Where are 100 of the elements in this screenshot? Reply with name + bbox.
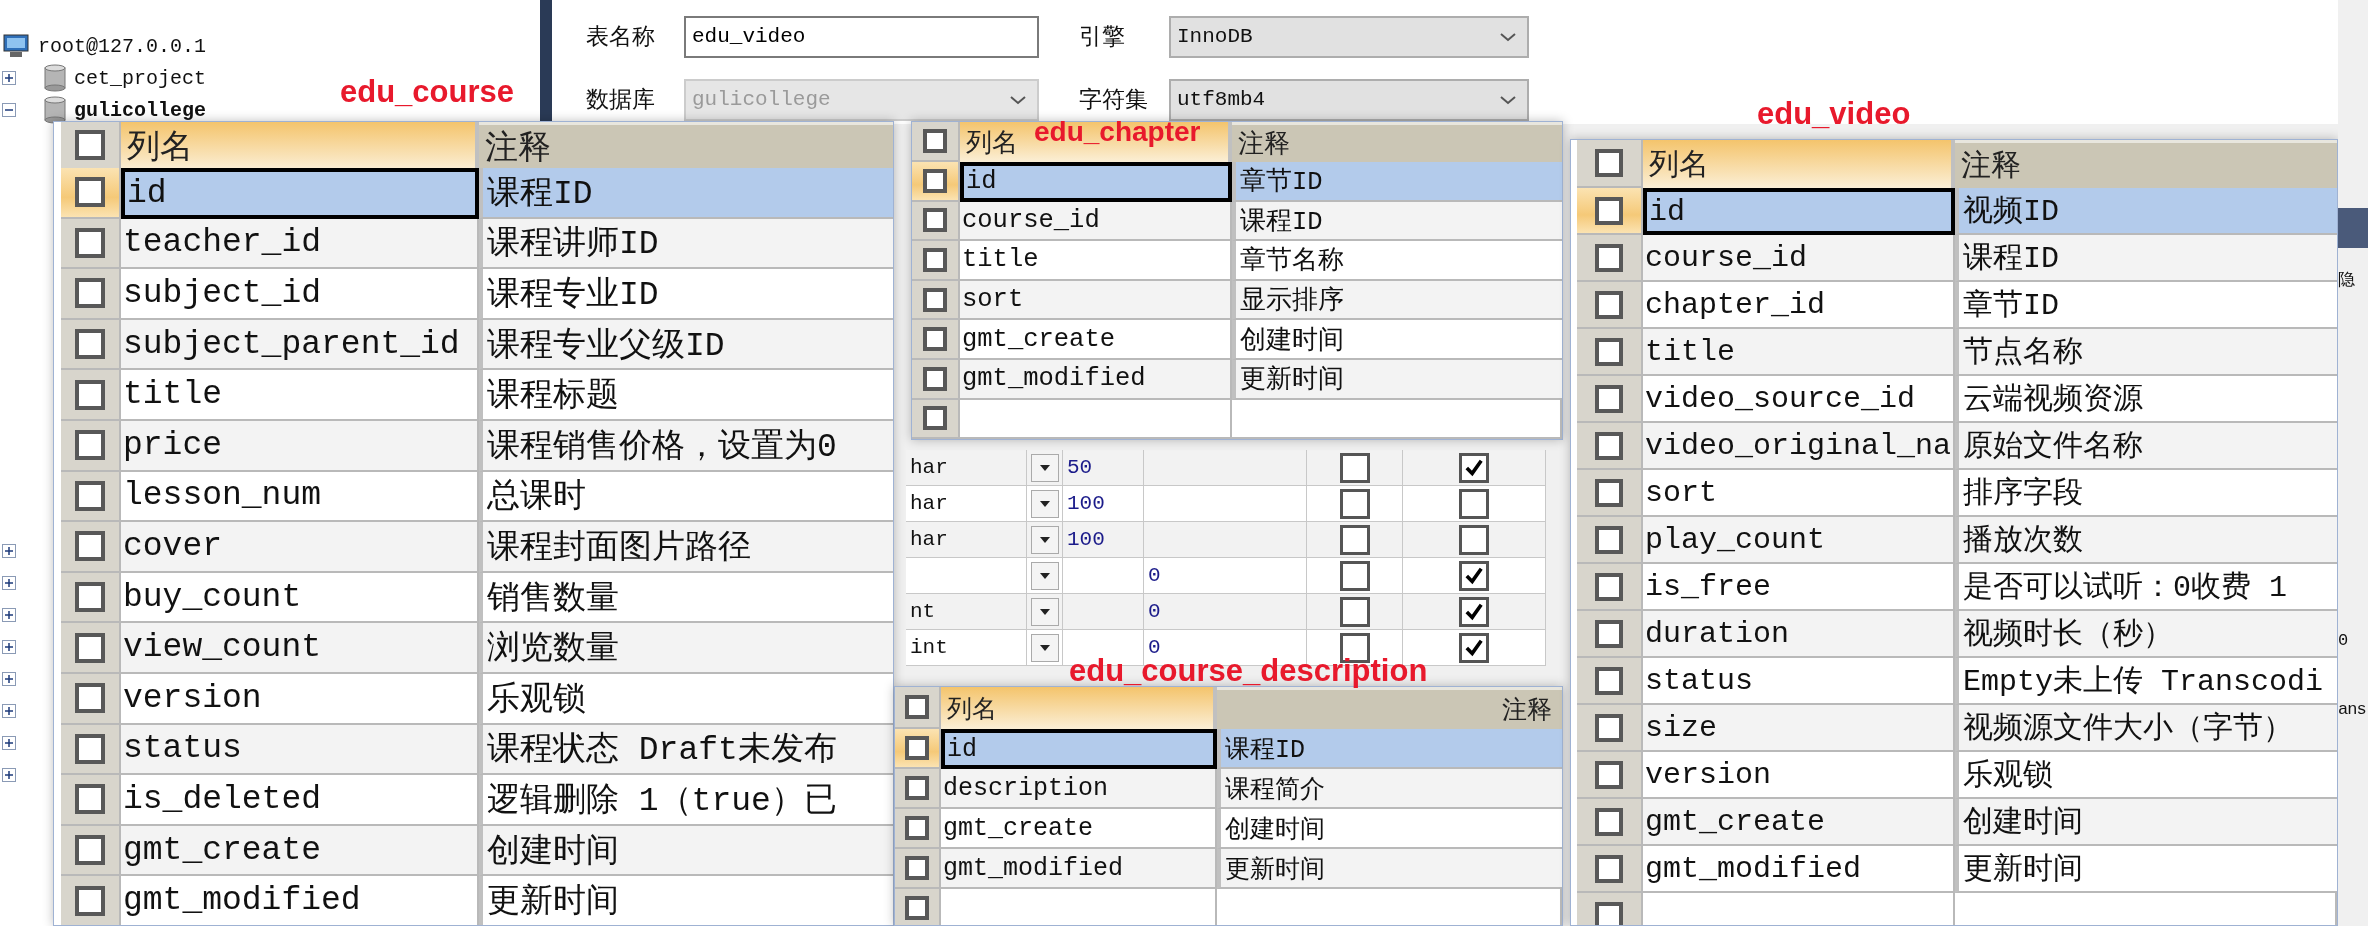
column-name-cell[interactable]: gmt_create	[1643, 799, 1955, 846]
comment-cell[interactable]: 课程ID	[1955, 235, 2337, 282]
comment-cell[interactable]: 课程简介	[1217, 769, 1562, 809]
tree-item[interactable]: cet_project	[74, 66, 207, 90]
checkbox[interactable]	[1339, 524, 1370, 555]
comment-cell[interactable]: 更新时间	[479, 876, 893, 925]
checkbox[interactable]	[905, 816, 929, 840]
column-name-cell[interactable]: video_source_id	[1643, 376, 1955, 423]
comment-cell[interactable]: 更新时间	[1217, 849, 1562, 889]
comment-cell[interactable]: 章节名称	[1232, 241, 1562, 281]
checkbox[interactable]	[75, 278, 105, 309]
column-name-cell[interactable]: id	[941, 729, 1217, 769]
checkbox[interactable]	[923, 366, 947, 391]
checkbox[interactable]	[923, 287, 947, 312]
column-name-cell[interactable]: gmt_modified	[1643, 846, 1955, 893]
comment-cell[interactable]: 播放次数	[1955, 517, 2337, 564]
expand-icon[interactable]	[2, 768, 16, 782]
column-name-cell[interactable]: course_id	[1643, 235, 1955, 282]
column-name-cell[interactable]: status	[1643, 658, 1955, 705]
checkbox[interactable]	[923, 248, 947, 272]
checkbox[interactable]	[923, 168, 947, 193]
checkbox[interactable]	[923, 208, 947, 233]
checkbox[interactable]	[905, 695, 929, 719]
expand-icon[interactable]	[2, 544, 16, 558]
column-name-cell[interactable]: version	[121, 673, 479, 725]
column-name-cell[interactable]: gmt_modified	[941, 849, 1217, 889]
checkbox[interactable]	[1339, 560, 1370, 591]
column-name-cell[interactable]: play_count	[1643, 517, 1955, 564]
column-name-cell[interactable]: gmt_modified	[960, 359, 1232, 400]
column-name-cell[interactable]: teacher_id	[121, 218, 479, 270]
comment-cell[interactable]: 显示排序	[1232, 280, 1562, 321]
checkbox[interactable]	[1459, 632, 1489, 663]
column-name-cell[interactable]: gmt_create	[941, 809, 1217, 849]
column-name-cell[interactable]: title	[1643, 329, 1955, 376]
column-name-cell[interactable]: id	[960, 162, 1232, 202]
comment-cell[interactable]: 课程讲师ID	[479, 218, 893, 270]
comment-cell[interactable]: 课程封面图片路径	[479, 522, 893, 573]
comment-cell[interactable]: 课程ID	[1217, 729, 1562, 769]
comment-cell[interactable]: Empty未上传 Transcodi	[1955, 658, 2337, 705]
checkbox[interactable]	[923, 129, 947, 153]
checkbox[interactable]	[1339, 452, 1370, 483]
checkbox[interactable]	[1595, 149, 1623, 177]
checkbox[interactable]	[1595, 619, 1623, 648]
table-name-field[interactable]: edu_video	[684, 15, 1039, 58]
column-name-cell[interactable]: is_free	[1643, 564, 1955, 611]
checkbox[interactable]	[1595, 337, 1623, 366]
column-name-cell[interactable]: title	[960, 241, 1232, 281]
column-name-cell[interactable]: chapter_id	[1643, 282, 1955, 329]
comment-cell[interactable]: 更新时间	[1232, 359, 1562, 400]
checkbox[interactable]	[905, 896, 929, 920]
column-header[interactable]: 列名	[121, 122, 479, 170]
comment-cell[interactable]: 创建时间	[1955, 799, 2337, 846]
column-header[interactable]: 注释	[1232, 122, 1562, 162]
checkbox[interactable]	[905, 736, 929, 760]
checkbox[interactable]	[1595, 807, 1623, 836]
checkbox[interactable]	[1595, 713, 1623, 742]
column-name-cell[interactable]: id	[121, 168, 479, 219]
checkbox[interactable]	[75, 227, 105, 258]
column-name-cell[interactable]: gmt_modified	[121, 876, 479, 925]
column-name-cell[interactable]: duration	[1643, 611, 1955, 658]
column-header[interactable]: 列名	[1643, 140, 1955, 188]
checkbox[interactable]	[75, 683, 105, 714]
checkbox[interactable]	[75, 733, 105, 764]
column-header[interactable]: 注释	[1955, 140, 2337, 188]
checkbox[interactable]	[1339, 488, 1370, 519]
expand-icon[interactable]	[2, 576, 16, 590]
checkbox[interactable]	[1459, 560, 1489, 591]
checkbox[interactable]	[1595, 290, 1623, 319]
column-name-cell[interactable]: title	[121, 370, 479, 421]
tree-item[interactable]: gulicollege	[74, 98, 207, 122]
checkbox[interactable]	[1595, 196, 1623, 225]
column-name-cell[interactable]: lesson_num	[121, 471, 479, 523]
checkbox[interactable]	[1595, 525, 1623, 554]
expand-icon[interactable]	[2, 704, 16, 718]
checkbox[interactable]	[75, 632, 105, 663]
checkbox[interactable]	[75, 582, 105, 613]
checkbox[interactable]	[1595, 760, 1623, 789]
expand-icon[interactable]	[2, 640, 16, 654]
comment-cell[interactable]: 云端视频资源	[1955, 376, 2337, 423]
checkbox[interactable]	[75, 480, 105, 511]
checkbox[interactable]	[75, 784, 105, 815]
checkbox[interactable]	[1595, 666, 1623, 695]
comment-cell[interactable]: 章节ID	[1955, 282, 2337, 329]
column-name-cell[interactable]: gmt_create	[121, 825, 479, 877]
comment-cell[interactable]: 乐观锁	[1955, 752, 2337, 799]
collapse-icon[interactable]	[2, 103, 16, 117]
checkbox[interactable]	[75, 130, 105, 160]
comment-cell[interactable]: 节点名称	[1955, 329, 2337, 376]
comment-cell[interactable]: 课程专业父级ID	[479, 319, 893, 371]
comment-cell[interactable]: 原始文件名称	[1955, 423, 2337, 470]
comment-cell[interactable]: 课程销售价格，设置为0	[479, 420, 893, 472]
column-name-cell[interactable]: status	[121, 724, 479, 776]
checkbox[interactable]	[923, 327, 947, 352]
comment-cell[interactable]: 视频ID	[1955, 188, 2337, 235]
checkbox[interactable]	[1595, 478, 1623, 507]
checkbox[interactable]	[75, 885, 105, 916]
column-name-cell[interactable]: version	[1643, 752, 1955, 799]
comment-cell[interactable]: 总课时	[479, 471, 893, 523]
column-name-cell[interactable]: cover	[121, 522, 479, 573]
checkbox[interactable]	[75, 531, 105, 562]
